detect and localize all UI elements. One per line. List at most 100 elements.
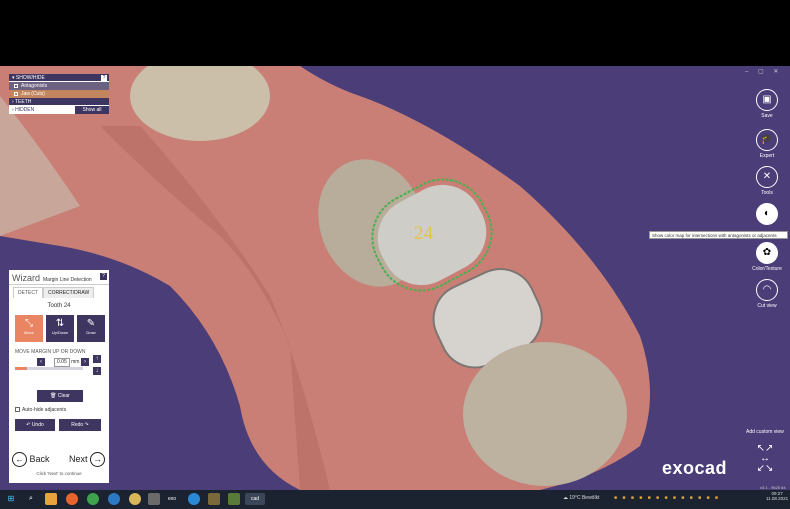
margin-down-arrow[interactable]: ↓	[93, 367, 101, 375]
show-hide-panel: ▾ SHOW/HIDE? Antagonists Jaw (Cuts) › TE…	[9, 74, 109, 114]
wizard-help-button[interactable]: ?	[100, 273, 107, 280]
tooth-label: Tooth 24	[47, 303, 71, 309]
exo-taskbar-icon[interactable]: exo	[166, 493, 178, 505]
wizard-subtitle: Margin Line Detection	[43, 277, 92, 283]
up-down-button[interactable]: ⇅ Up/Down	[46, 315, 74, 342]
cut-view-label: Cut view	[757, 303, 777, 309]
save-label: Save	[761, 113, 773, 119]
palette-icon: ✿	[756, 242, 778, 264]
expert-icon: 🎓	[756, 129, 778, 151]
date-text: 11.08.2021	[766, 496, 789, 501]
windows-taskbar: ⊞ ⌕ exo cad ☁ 19°C Bewölkt ■ ■ ■ ■ ■ ■ ■…	[0, 490, 790, 509]
app-icon-3[interactable]	[188, 493, 200, 505]
tooth-molar-bottom	[463, 342, 627, 486]
jaw-cuts-label: Jaw (Cuts)	[21, 91, 45, 97]
undo-button[interactable]: ↶ Undo	[15, 419, 55, 431]
draw-label: Draw	[86, 330, 96, 335]
up-down-label: Up/Down	[51, 330, 69, 335]
decrease-step-button[interactable]: ‹	[37, 358, 45, 366]
add-custom-view-label[interactable]: Add custom view	[746, 429, 784, 435]
next-button[interactable]: Next →	[69, 452, 105, 467]
step-value: 0.05	[54, 358, 70, 367]
start-icon[interactable]: ⊞	[5, 493, 17, 505]
clear-button[interactable]: 🗑 Clear	[37, 390, 83, 402]
wizard-navigation: ← Back Next →	[12, 452, 107, 468]
3d-viewport[interactable]: 24	[0, 66, 790, 490]
autohide-option[interactable]: Auto-hide adjacents	[15, 407, 66, 413]
app-icon-5[interactable]	[228, 493, 240, 505]
app-icon-1[interactable]	[129, 493, 141, 505]
color-map-tool[interactable]: ◐	[752, 203, 782, 227]
undo-label: Undo	[31, 422, 44, 428]
tooth-number: 24	[414, 223, 434, 244]
help-button[interactable]: ?	[101, 75, 107, 81]
back-button[interactable]: ← Back	[12, 452, 50, 467]
clock[interactable]: 09:27 11.08.2021	[766, 491, 788, 501]
search-icon[interactable]: ⌕	[25, 493, 37, 505]
hidden-section[interactable]: › HIDDEN Show all	[9, 106, 109, 114]
updown-icon: ⇅	[55, 318, 65, 329]
dental-scan[interactable]: 24	[0, 66, 790, 490]
autohide-checkbox[interactable]	[15, 407, 20, 413]
step-control: 0.05 mm ‹ › ↑ ↓	[9, 355, 109, 377]
cad-taskbar-icon[interactable]: cad	[245, 493, 265, 505]
tab-correct-draw[interactable]: CORRECT/DRAW	[43, 287, 95, 298]
weather-widget[interactable]: ☁ 19°C Bewölkt	[563, 495, 599, 501]
app-window: 24 – ▢ ✕ ▾ SHOW/HIDE? Antagonists Jaw (C…	[0, 0, 790, 509]
step-unit: mm	[71, 359, 80, 365]
move-label: Move	[24, 330, 34, 335]
next-arrow-icon: →	[90, 452, 105, 467]
view-navigation-icon[interactable]: ↖↗ ↔ ↙↘	[751, 444, 779, 474]
jaw-cuts-toggle[interactable]: Jaw (Cuts)	[9, 90, 109, 98]
show-all-button[interactable]: Show all	[75, 106, 109, 114]
cut-view-icon: ◠	[756, 279, 778, 301]
tools-tool[interactable]: ✕ Tools	[752, 166, 782, 196]
color-map-tooltip: Show color map for intersections with an…	[649, 231, 788, 239]
tab-detect[interactable]: DETECT	[13, 287, 43, 298]
wizard-title: Wizard	[12, 273, 41, 283]
antagonists-checkbox[interactable]	[14, 84, 18, 88]
chrome-icon[interactable]	[87, 493, 99, 505]
app-icon-4[interactable]	[208, 493, 220, 505]
color-map-icon: ◐	[756, 203, 778, 225]
tray-icons[interactable]: ■ ■ ■ ■ ■ ■ ■ ■ ■ ■ ■ ■ ■	[614, 495, 720, 501]
antagonists-toggle[interactable]: Antagonists	[9, 82, 109, 90]
firefox-icon[interactable]	[66, 493, 78, 505]
hidden-label: HIDDEN	[15, 107, 35, 113]
pencil-icon: ✎	[86, 318, 96, 329]
file-explorer-icon[interactable]	[45, 493, 57, 505]
increase-step-button[interactable]: ›	[81, 358, 89, 366]
margin-up-arrow[interactable]: ↑	[93, 355, 101, 363]
margin-slider[interactable]	[15, 367, 83, 370]
teeth-section[interactable]: › TEETH	[9, 98, 109, 106]
expert-tool[interactable]: 🎓 Expert	[752, 129, 782, 159]
draw-button[interactable]: ✎ Draw	[77, 315, 105, 342]
step-input[interactable]: 0.05 mm	[46, 358, 81, 367]
back-label: Back	[29, 453, 50, 464]
back-arrow-icon: ←	[12, 452, 27, 467]
mode-buttons: ⤡ Move ⇅ Up/Down ✎ Draw	[15, 315, 109, 342]
move-button[interactable]: ⤡ Move	[15, 315, 43, 342]
redo-button[interactable]: Redo ↷	[59, 419, 101, 431]
edge-icon[interactable]	[108, 493, 120, 505]
tools-label: Tools	[761, 190, 773, 196]
save-tool[interactable]: ▣ Save	[752, 89, 782, 119]
next-label: Next	[68, 453, 88, 464]
window-controls[interactable]: – ▢ ✕	[745, 68, 782, 75]
wizard-tabs: DETECT CORRECT/DRAW	[13, 287, 109, 298]
jaw-cuts-checkbox[interactable]	[14, 92, 18, 96]
expert-label: Expert	[759, 153, 775, 159]
exocad-logo: exocad	[662, 458, 728, 478]
slider-fill	[15, 367, 28, 370]
color-texture-tool[interactable]: ✿ Color/Texture	[752, 242, 782, 272]
wizard-hint: Click 'Next' to continue	[36, 471, 82, 476]
show-hide-label: SHOW/HIDE	[15, 75, 45, 81]
antagonists-label: Antagonists	[21, 83, 48, 89]
teeth-label: TEETH	[14, 99, 32, 105]
show-hide-header[interactable]: ▾ SHOW/HIDE?	[9, 74, 109, 82]
wizard-panel: Wizard Margin Line Detection? DETECT CORR…	[9, 270, 109, 483]
cut-view-tool[interactable]: ◠ Cut view	[752, 279, 782, 309]
save-icon: ▣	[756, 89, 778, 111]
move-icon: ⤡	[25, 318, 33, 329]
app-icon-2[interactable]	[148, 493, 160, 505]
